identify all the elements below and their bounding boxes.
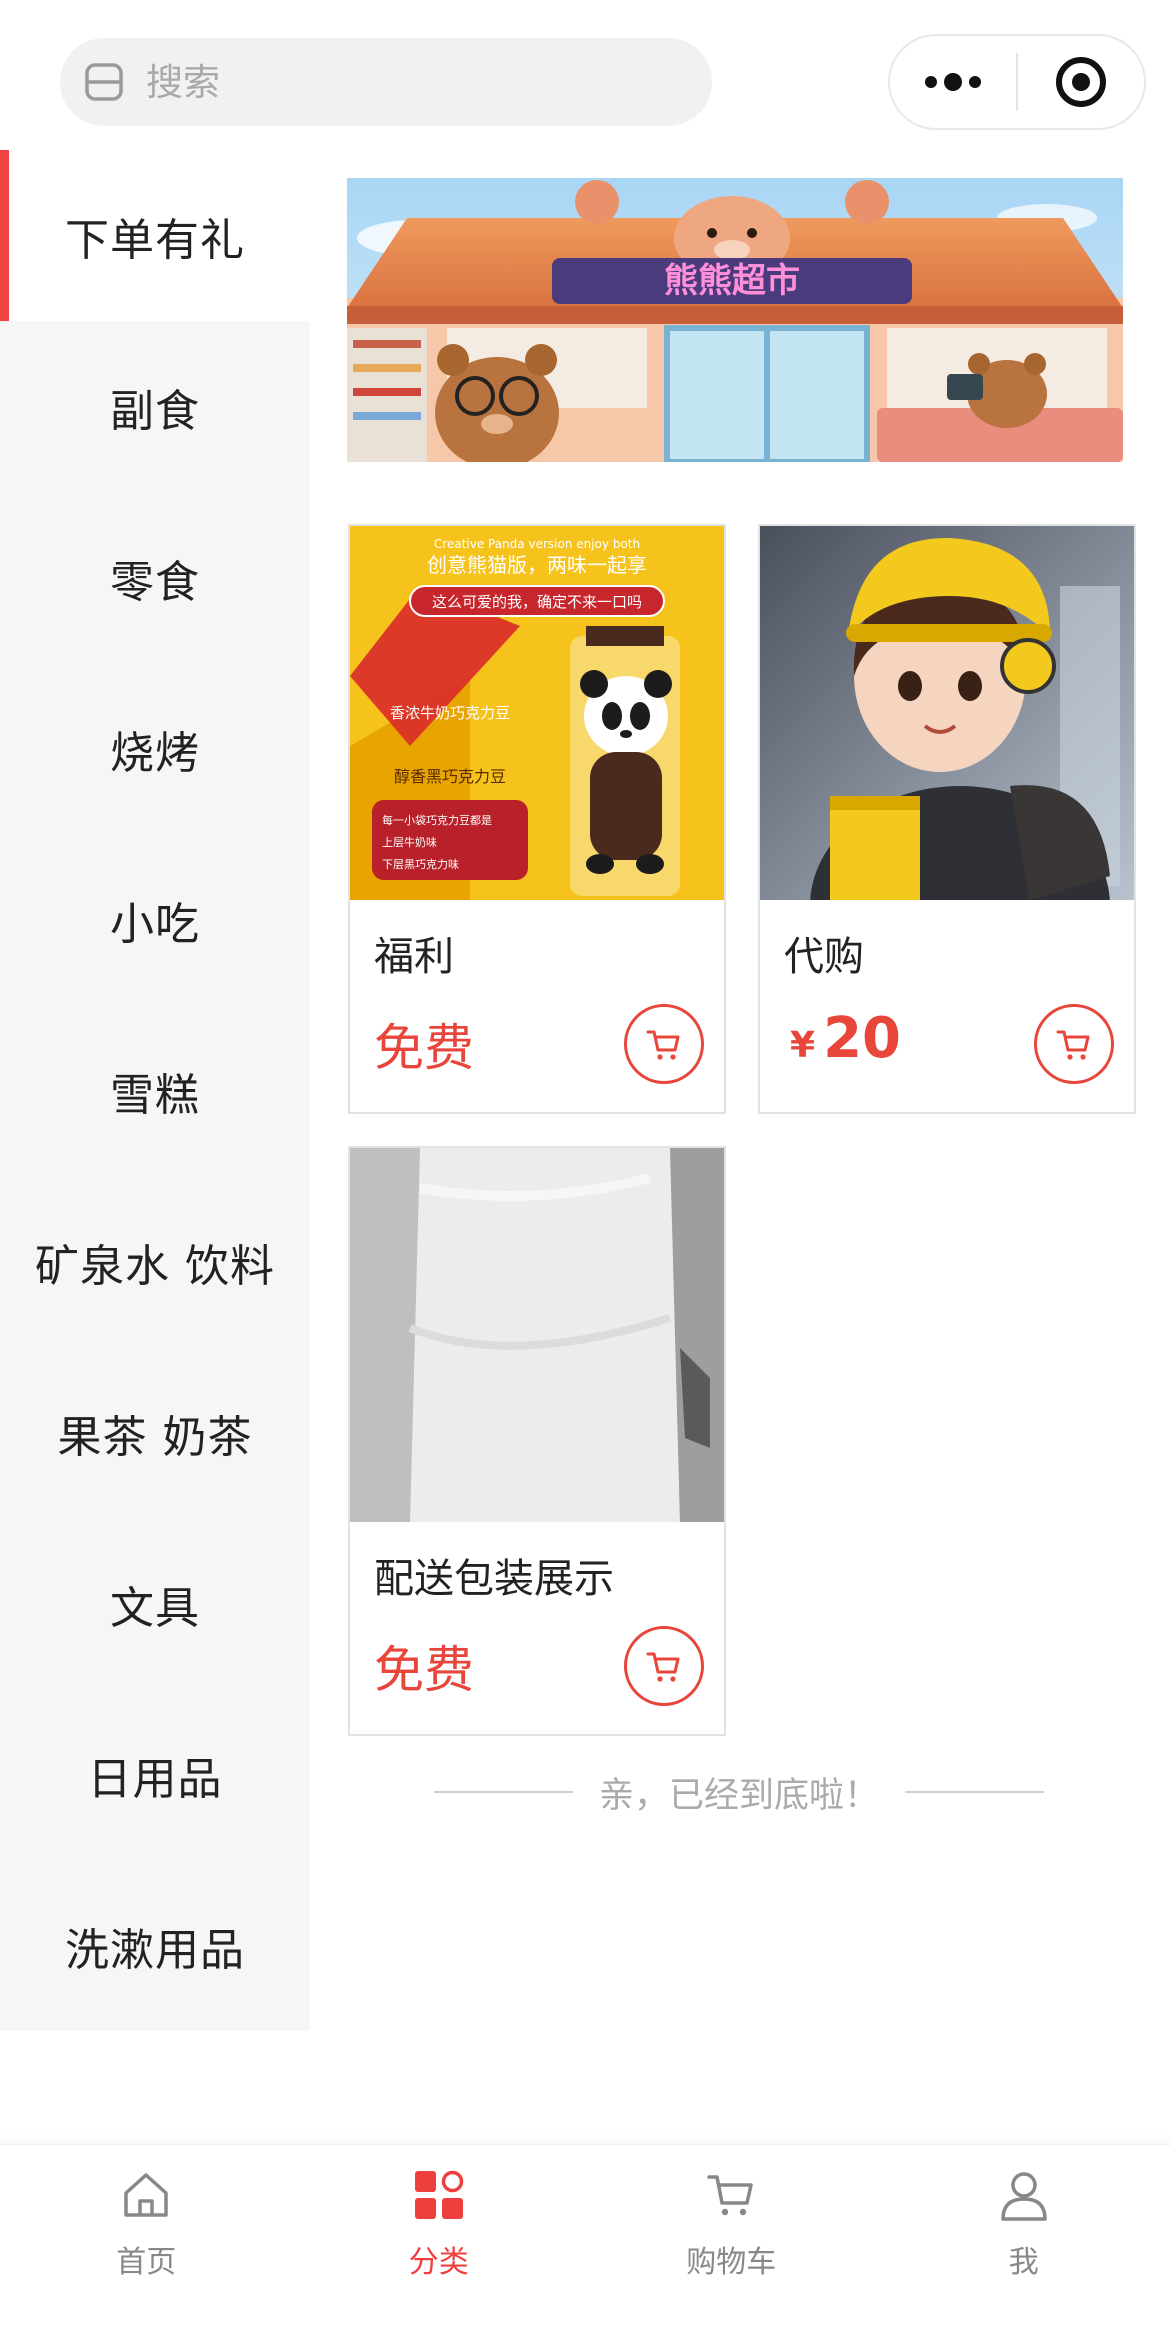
sidebar-item-water-drinks[interactable]: 矿泉水 饮料 [0,1176,310,1347]
category-sidebar: 下单有礼 副食 零食 烧烤 小吃 雪糕 矿泉水 饮料 果茶 奶茶 文具 日用品 … [0,150,310,2031]
tab-cart[interactable]: 购物车 [585,2145,878,2347]
add-to-cart-button[interactable] [624,1626,704,1706]
end-of-list-note: 亲，已经到底啦！ [434,1762,1045,1822]
close-program-button[interactable] [1018,36,1144,128]
product-name: 福利 [374,934,454,980]
end-of-list-text: 亲，已经到底啦！ [599,1775,880,1816]
divider-line [905,1791,1045,1793]
thumb-text: 醇香黑巧克力豆 [394,767,506,786]
bear-supermarket-illustration: 熊熊超市 [347,178,1123,462]
sidebar-item-ice-cream[interactable]: 雪糕 [0,1005,310,1176]
product-image-courier-kid [760,526,1134,900]
product-image-panda-chocolate: Creative Panda version enjoy both 创意熊猫版，… [350,526,724,900]
sidebar-item-order-gift[interactable]: 下单有礼 [0,150,310,321]
product-image-packaging-bag [350,1148,724,1522]
scan-icon[interactable] [84,62,124,102]
add-to-cart-button[interactable] [1034,1004,1114,1084]
search-bar[interactable] [60,38,712,126]
store-banner[interactable]: 熊熊超市 [347,178,1123,462]
product-price: 免费 [374,1641,474,1699]
product-price: ¥ 20 [790,1006,901,1071]
cart-icon [1056,1030,1090,1060]
product-price: 免费 [374,1019,474,1077]
tab-label: 首页 [116,2245,177,2280]
sidebar-item-toiletries[interactable]: 洗漱用品 [0,1860,310,2031]
product-card[interactable]: Creative Panda version enjoy both 创意熊猫版，… [348,524,726,1114]
price-value: 20 [823,1006,901,1071]
more-button[interactable] [890,36,1016,128]
home-icon [118,2167,174,2223]
bottom-tab-bar: 首页 分类 购物车 我 [0,2144,1170,2347]
thumb-text: 每一小袋巧克力豆都是 [382,813,492,827]
thumb-text: 这么可爱的我，确定不来一口吗 [432,593,642,611]
category-icon [411,2167,467,2223]
store-sign-text: 熊熊超市 [664,261,800,301]
tab-profile[interactable]: 我 [878,2145,1170,2347]
thumb-text: Creative Panda version enjoy both [434,537,640,551]
target-icon [1055,57,1106,107]
cart-icon [646,1030,680,1060]
add-to-cart-button[interactable] [624,1004,704,1084]
sidebar-item-snacks[interactable]: 零食 [0,492,310,663]
sidebar-item-street-food[interactable]: 小吃 [0,834,310,1005]
product-name: 代购 [784,934,864,980]
more-dots-icon [925,73,981,91]
thumb-text: 下层黑巧克力味 [382,858,459,871]
sidebar-item-stationery[interactable]: 文具 [0,1518,310,1689]
sidebar-item-bbq[interactable]: 烧烤 [0,663,310,834]
sidebar-item-groceries[interactable]: 副食 [0,321,310,492]
sidebar-item-tea[interactable]: 果茶 奶茶 [0,1347,310,1518]
product-card[interactable]: 代购 ¥ 20 [758,524,1136,1114]
divider-line [434,1791,573,1793]
currency-symbol: ¥ [790,1025,816,1066]
user-icon [996,2167,1052,2223]
cart-icon [646,1652,680,1682]
mini-program-capsule [888,34,1146,130]
tab-label: 我 [1008,2245,1039,2280]
tab-label: 购物车 [686,2245,777,2280]
thumb-text: 香浓牛奶巧克力豆 [390,704,510,722]
sidebar-item-daily-goods[interactable]: 日用品 [0,1689,310,1860]
product-name: 配送包装展示 [374,1556,614,1602]
product-card[interactable]: 配送包装展示 免费 [348,1146,726,1736]
thumb-text: 上层牛奶味 [382,835,437,849]
cart-icon [703,2167,759,2223]
search-input[interactable] [146,60,646,104]
tab-label: 分类 [408,2245,469,2280]
tab-category[interactable]: 分类 [293,2145,586,2347]
tab-home[interactable]: 首页 [0,2145,293,2347]
top-bar [0,0,1170,150]
thumb-text: 创意熊猫版，两味一起享 [427,553,647,577]
